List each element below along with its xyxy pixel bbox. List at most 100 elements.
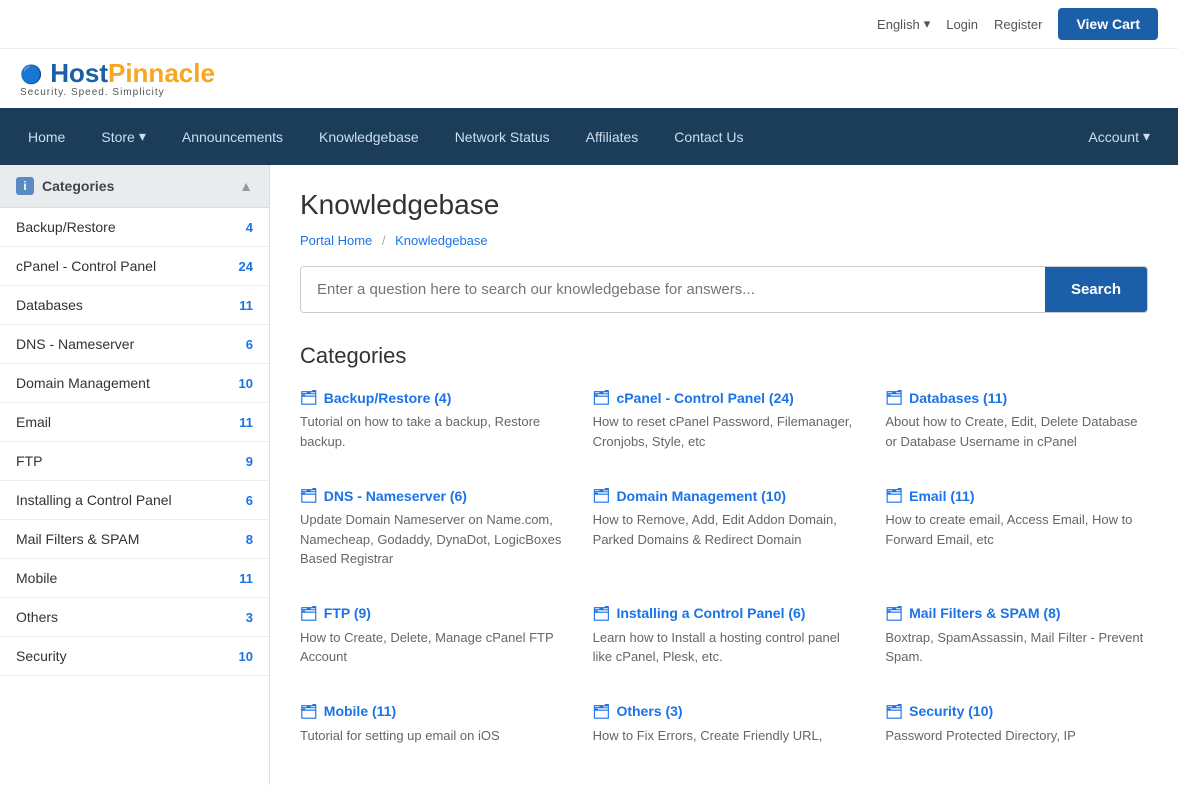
sidebar-item[interactable]: FTP 9 [0, 442, 269, 481]
folder-icon: 🗂 [593, 605, 611, 622]
category-link-0[interactable]: 🗂 Backup/Restore (4) [300, 389, 563, 406]
nav-account[interactable]: Account ▾ [1070, 108, 1168, 165]
search-button[interactable]: Search [1045, 267, 1147, 312]
category-card-5: 🗂 Email (11) How to create email, Access… [885, 487, 1148, 585]
nav-announcements[interactable]: Announcements [164, 108, 301, 165]
nav-home[interactable]: Home [10, 108, 83, 165]
sidebar-header: i Categories ▲ [0, 165, 269, 208]
store-arrow: ▾ [139, 128, 146, 145]
breadcrumb-current[interactable]: Knowledgebase [395, 233, 488, 248]
category-link-11[interactable]: 🗂 Security (10) [885, 703, 1148, 720]
search-bar: Search [300, 266, 1148, 313]
category-desc-10: How to Fix Errors, Create Friendly URL, [593, 726, 856, 746]
sidebar-item[interactable]: Security 10 [0, 637, 269, 676]
category-card-2: 🗂 Databases (11) About how to Create, Ed… [885, 389, 1148, 467]
sidebar: i Categories ▲ Backup/Restore 4 cPanel -… [0, 165, 270, 785]
category-link-4[interactable]: 🗂 Domain Management (10) [593, 487, 856, 504]
category-card-0: 🗂 Backup/Restore (4) Tutorial on how to … [300, 389, 563, 467]
sidebar-item[interactable]: Domain Management 10 [0, 364, 269, 403]
category-desc-2: About how to Create, Edit, Delete Databa… [885, 412, 1148, 451]
category-card-9: 🗂 Mobile (11) Tutorial for setting up em… [300, 703, 563, 762]
category-desc-6: How to Create, Delete, Manage cPanel FTP… [300, 628, 563, 667]
folder-icon: 🗂 [300, 703, 318, 720]
folder-icon: 🗂 [593, 703, 611, 720]
category-card-8: 🗂 Mail Filters & SPAM (8) Boxtrap, SpamA… [885, 605, 1148, 683]
category-link-7[interactable]: 🗂 Installing a Control Panel (6) [593, 605, 856, 622]
page-title: Knowledgebase [300, 189, 1148, 221]
category-card-3: 🗂 DNS - Nameserver (6) Update Domain Nam… [300, 487, 563, 585]
nav-network-status[interactable]: Network Status [437, 108, 568, 165]
folder-icon: 🗂 [885, 703, 903, 720]
navbar: Home Store ▾ Announcements Knowledgebase… [0, 108, 1178, 165]
folder-icon: 🗂 [300, 605, 318, 622]
language-label: English [877, 17, 920, 32]
logo-tagline: Security. Speed. Simplicity [20, 87, 215, 98]
nav-contact-us[interactable]: Contact Us [656, 108, 761, 165]
sidebar-item[interactable]: Backup/Restore 4 [0, 208, 269, 247]
category-card-7: 🗂 Installing a Control Panel (6) Learn h… [593, 605, 856, 683]
category-desc-9: Tutorial for setting up email on iOS [300, 726, 563, 746]
logo[interactable]: 🔵 HostPinnacle Security. Speed. Simplici… [20, 59, 215, 98]
folder-icon: 🗂 [300, 389, 318, 406]
sidebar-collapse-icon[interactable]: ▲ [239, 178, 253, 194]
category-desc-8: Boxtrap, SpamAssassin, Mail Filter - Pre… [885, 628, 1148, 667]
view-cart-button[interactable]: View Cart [1058, 8, 1158, 40]
categories-title: Categories [300, 343, 1148, 369]
category-card-6: 🗂 FTP (9) How to Create, Delete, Manage … [300, 605, 563, 683]
main-layout: i Categories ▲ Backup/Restore 4 cPanel -… [0, 165, 1178, 785]
sidebar-item[interactable]: Others 3 [0, 598, 269, 637]
info-icon: i [16, 177, 34, 195]
folder-icon: 🗂 [300, 487, 318, 504]
top-bar: English ▾ Login Register View Cart [0, 0, 1178, 49]
sidebar-item[interactable]: cPanel - Control Panel 24 [0, 247, 269, 286]
sidebar-item[interactable]: Mobile 11 [0, 559, 269, 598]
folder-icon: 🗂 [593, 487, 611, 504]
category-card-10: 🗂 Others (3) How to Fix Errors, Create F… [593, 703, 856, 762]
category-link-9[interactable]: 🗂 Mobile (11) [300, 703, 563, 720]
folder-icon: 🗂 [885, 487, 903, 504]
login-link[interactable]: Login [946, 17, 978, 32]
breadcrumb: Portal Home / Knowledgebase [300, 233, 1148, 248]
category-link-2[interactable]: 🗂 Databases (11) [885, 389, 1148, 406]
breadcrumb-home[interactable]: Portal Home [300, 233, 372, 248]
category-card-11: 🗂 Security (10) Password Protected Direc… [885, 703, 1148, 762]
sidebar-item[interactable]: Installing a Control Panel 6 [0, 481, 269, 520]
category-link-6[interactable]: 🗂 FTP (9) [300, 605, 563, 622]
category-desc-5: How to create email, Access Email, How t… [885, 510, 1148, 549]
sidebar-item[interactable]: Email 11 [0, 403, 269, 442]
category-card-1: 🗂 cPanel - Control Panel (24) How to res… [593, 389, 856, 467]
folder-icon: 🗂 [593, 389, 611, 406]
content-area: Knowledgebase Portal Home / Knowledgebas… [270, 165, 1178, 785]
category-desc-1: How to reset cPanel Password, Filemanage… [593, 412, 856, 451]
nav-affiliates[interactable]: Affiliates [568, 108, 657, 165]
folder-icon: 🗂 [885, 605, 903, 622]
header: 🔵 HostPinnacle Security. Speed. Simplici… [0, 49, 1178, 108]
categories-grid: 🗂 Backup/Restore (4) Tutorial on how to … [300, 389, 1148, 761]
sidebar-item[interactable]: Databases 11 [0, 286, 269, 325]
sidebar-title: Categories [42, 178, 114, 194]
search-input[interactable] [301, 267, 1045, 312]
category-desc-4: How to Remove, Add, Edit Addon Domain, P… [593, 510, 856, 549]
category-desc-3: Update Domain Nameserver on Name.com, Na… [300, 510, 563, 569]
nav-knowledgebase[interactable]: Knowledgebase [301, 108, 437, 165]
logo-text: 🔵 HostPinnacle [20, 59, 215, 87]
category-link-8[interactable]: 🗂 Mail Filters & SPAM (8) [885, 605, 1148, 622]
category-card-4: 🗂 Domain Management (10) How to Remove, … [593, 487, 856, 585]
sidebar-item[interactable]: Mail Filters & SPAM 8 [0, 520, 269, 559]
language-arrow: ▾ [924, 16, 931, 32]
language-selector[interactable]: English ▾ [877, 16, 930, 32]
register-link[interactable]: Register [994, 17, 1042, 32]
category-link-1[interactable]: 🗂 cPanel - Control Panel (24) [593, 389, 856, 406]
category-desc-7: Learn how to Install a hosting control p… [593, 628, 856, 667]
account-arrow: ▾ [1143, 128, 1150, 145]
breadcrumb-separator: / [382, 233, 386, 248]
logo-host: Host [50, 58, 108, 88]
category-link-10[interactable]: 🗂 Others (3) [593, 703, 856, 720]
folder-icon: 🗂 [885, 389, 903, 406]
category-link-5[interactable]: 🗂 Email (11) [885, 487, 1148, 504]
sidebar-item[interactable]: DNS - Nameserver 6 [0, 325, 269, 364]
nav-store[interactable]: Store ▾ [83, 108, 164, 165]
category-link-3[interactable]: 🗂 DNS - Nameserver (6) [300, 487, 563, 504]
logo-icon: 🔵 [20, 65, 42, 85]
logo-pinnacle: Pinnacle [108, 58, 215, 88]
